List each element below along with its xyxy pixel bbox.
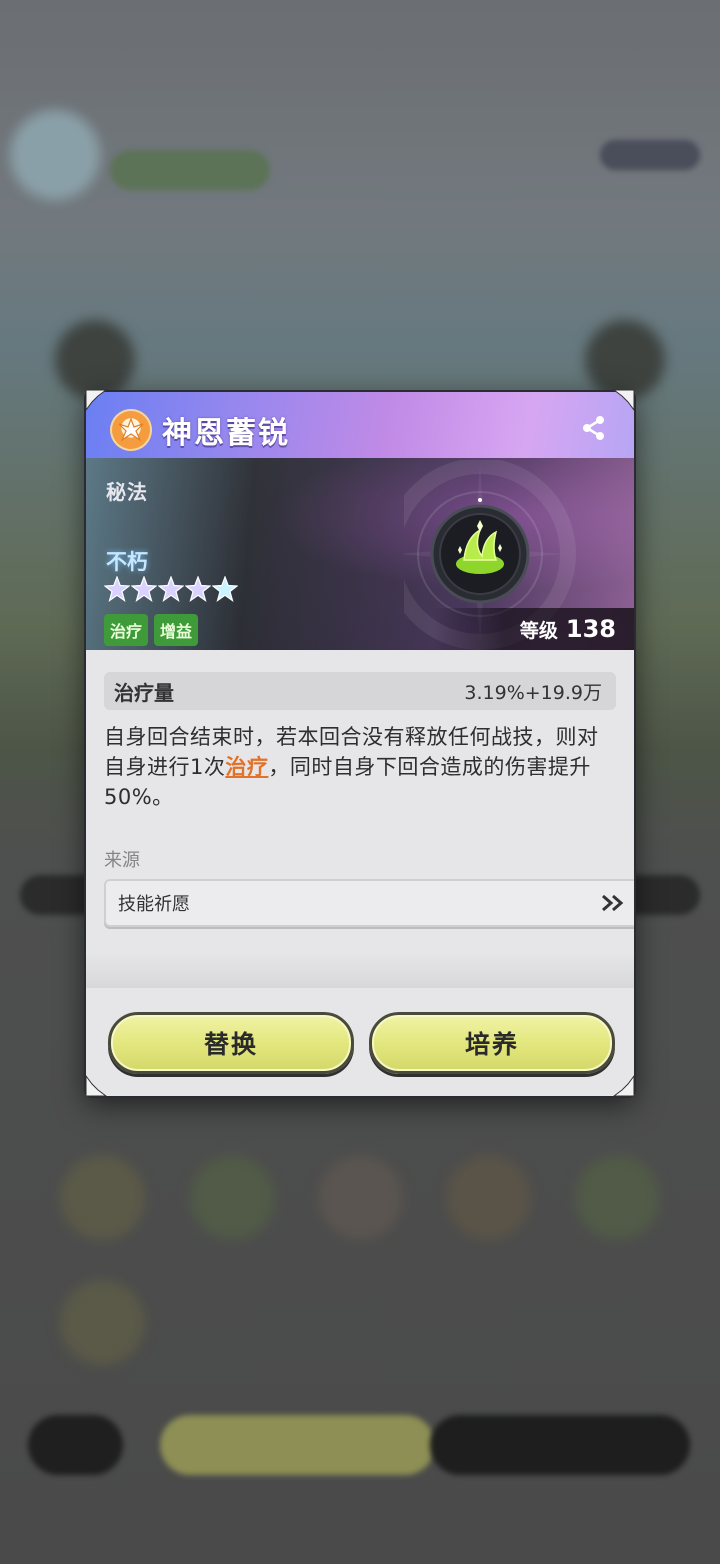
source-label: 来源 — [104, 850, 140, 871]
source-row[interactable]: 技能祈愿 — [104, 879, 634, 927]
skill-level: 等级 138 — [434, 608, 634, 650]
blurred-slot — [60, 1280, 145, 1365]
blurred-avatar — [10, 110, 100, 200]
star-icon — [131, 576, 157, 602]
share-icon[interactable] — [580, 414, 608, 442]
star-rating — [104, 576, 238, 602]
blurred-slot — [446, 1155, 531, 1240]
source-value: 技能祈愿 — [118, 894, 190, 915]
blurred-slot — [190, 1155, 275, 1240]
star-icon — [104, 576, 130, 602]
stat-name: 治疗量 — [114, 680, 174, 705]
heal-keyword-link[interactable]: 治疗 — [225, 755, 268, 779]
skill-banner: 秘法 不朽 治疗 增益 等级 138 — [86, 458, 634, 650]
rarity-label: 不朽 — [106, 550, 148, 574]
stat-row: 治疗量 3.19%+19.9万 — [104, 672, 616, 710]
blurred-button — [28, 1415, 123, 1475]
skill-description: 自身回合结束时，若本回合没有释放任何战技，则对自身进行1次治疗，同时自身下回合造… — [104, 722, 619, 812]
corner-ornament-icon — [612, 1074, 635, 1097]
level-label: 等级 — [519, 619, 558, 642]
star-icon — [212, 576, 238, 602]
double-chevron-right-icon — [602, 894, 624, 912]
skill-detail-dialog: 神恩蓄锐 秘法 不朽 治疗 增益 等级 138 治疗量 3.19%+19.9万 … — [86, 392, 634, 1096]
faction-emblem-icon — [110, 409, 152, 451]
blurred-button — [430, 1415, 690, 1475]
tag-buff: 增益 — [154, 614, 199, 646]
blurred-slot — [318, 1155, 403, 1240]
replace-button[interactable]: 替换 — [108, 1012, 354, 1074]
skill-name: 神恩蓄锐 — [162, 416, 290, 451]
star-icon — [158, 576, 184, 602]
level-value: 138 — [565, 615, 616, 643]
skill-tags: 治疗 增益 — [104, 614, 199, 646]
blurred-button — [160, 1415, 435, 1475]
skill-type: 秘法 — [106, 480, 148, 504]
cultivate-button[interactable]: 培养 — [369, 1012, 615, 1074]
tag-heal: 治疗 — [104, 614, 149, 646]
star-icon — [185, 576, 211, 602]
corner-ornament-icon — [85, 1074, 108, 1097]
corner-ornament-icon — [612, 389, 635, 412]
stat-value: 3.19%+19.9万 — [464, 681, 602, 704]
corner-ornament-icon — [85, 389, 108, 412]
blurred-banner — [110, 150, 270, 190]
blurred-slot — [575, 1155, 660, 1240]
divider-fade — [86, 952, 634, 988]
blurred-badge — [600, 140, 700, 170]
blurred-slot — [60, 1155, 145, 1240]
dialog-header: 神恩蓄锐 — [86, 392, 634, 461]
